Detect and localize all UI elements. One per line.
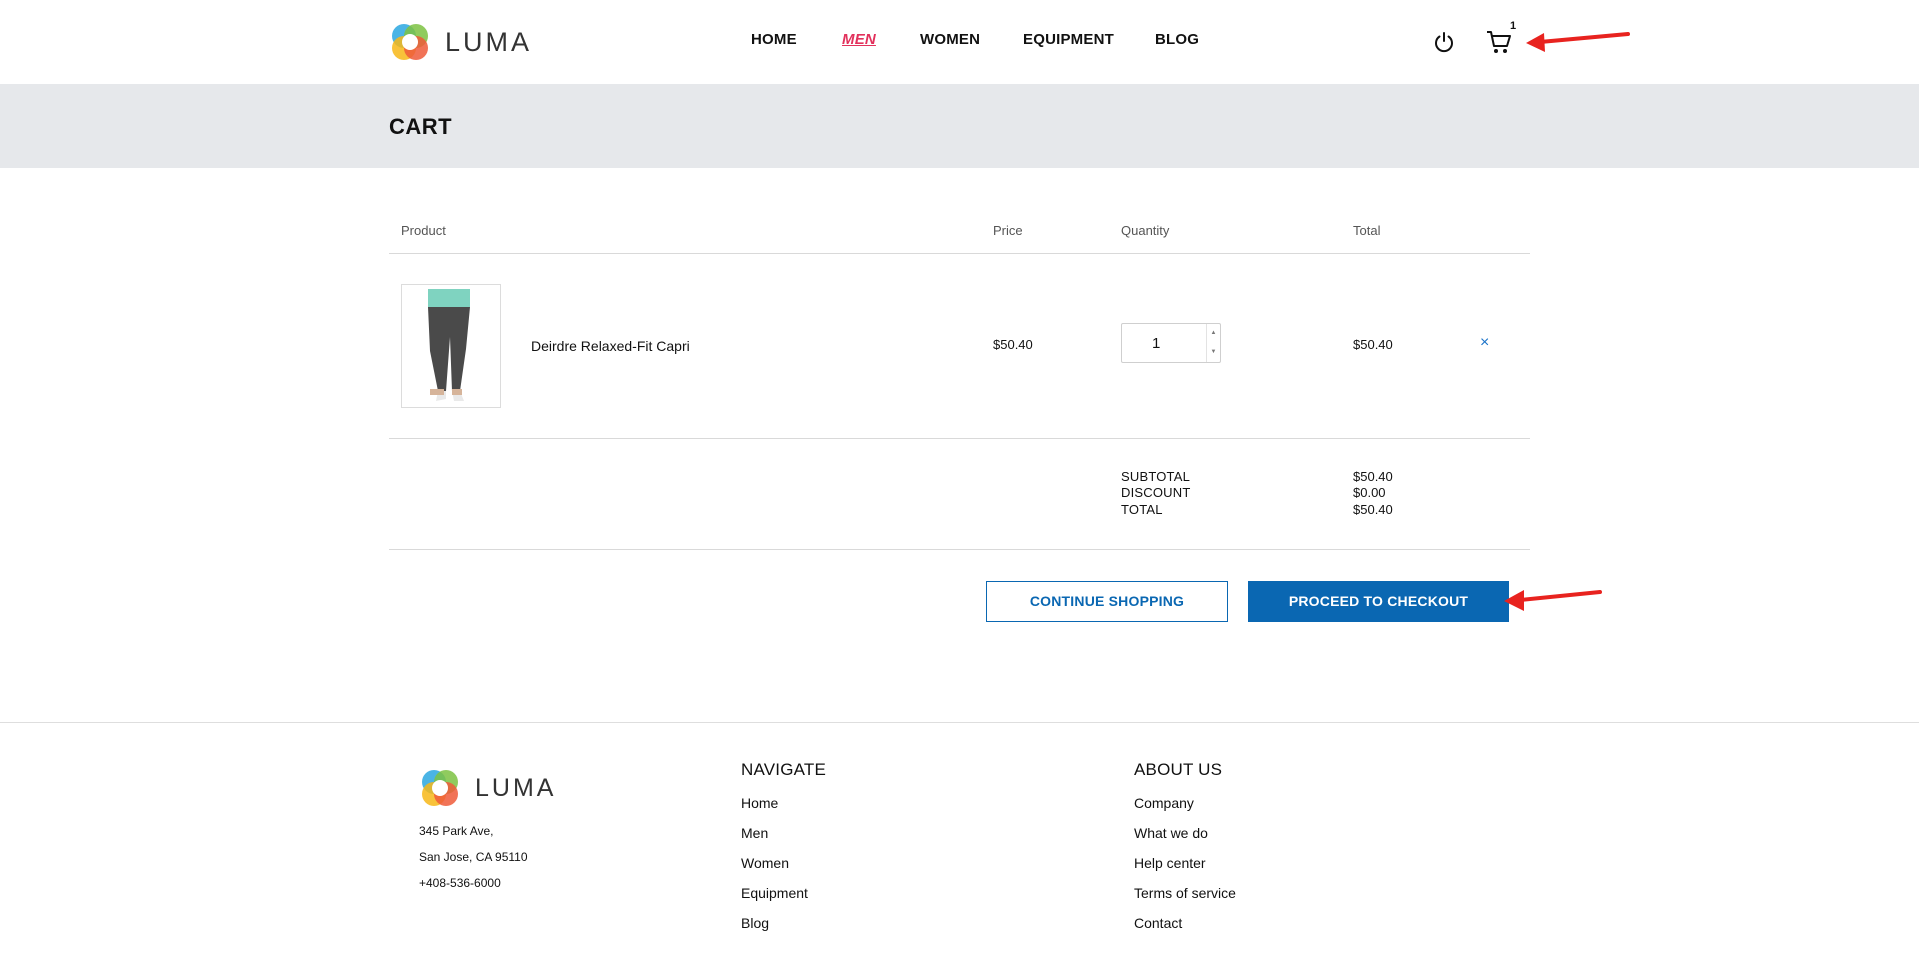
quantity-down-icon[interactable]: ▼ [1206,343,1220,362]
footer-link-company[interactable]: Company [1134,795,1194,811]
product-thumbnail[interactable] [401,284,501,408]
subtotal-label: SUBTOTAL [1121,469,1191,484]
discount-value: $0.00 [1353,485,1386,500]
capri-pants-image [428,289,470,401]
continue-shopping-button[interactable]: CONTINUE SHOPPING [986,581,1228,622]
column-header-product: Product [401,223,446,238]
footer-link-what-we-do[interactable]: What we do [1134,825,1208,841]
footer-link-home[interactable]: Home [741,795,778,811]
quantity-stepper[interactable]: 1 ▲ ▼ [1121,323,1221,363]
footer-link-terms[interactable]: Terms of service [1134,885,1236,901]
product-price: $50.40 [993,337,1033,352]
address-line: 345 Park Ave, [419,824,494,838]
main-nav: HOME MEN WOMEN EQUIPMENT BLOG [0,31,1919,51]
site-header: LUMA HOME MEN WOMEN EQUIPMENT BLOG 1 [0,0,1919,84]
footer-navigate-heading: NAVIGATE [741,760,827,779]
quantity-up-icon[interactable]: ▲ [1206,324,1220,343]
total-label: TOTAL [1121,502,1163,517]
address-city: San Jose, CA 95110 [419,850,528,864]
total-value: $50.40 [1353,502,1393,517]
phone-number: +408-536-6000 [419,876,501,890]
cart-icon[interactable] [1486,30,1512,55]
divider [389,438,1530,439]
footer-link-blog[interactable]: Blog [741,915,769,931]
footer-link-men[interactable]: Men [741,825,768,841]
footer-divider [0,722,1919,723]
subtotal-value: $50.40 [1353,469,1393,484]
footer-link-help-center[interactable]: Help center [1134,855,1206,871]
cart-count-badge: 1 [1510,20,1517,32]
annotation-arrow-checkout [1504,590,1602,611]
quantity-value[interactable]: 1 [1152,335,1160,352]
line-total: $50.40 [1353,337,1393,352]
nav-blog[interactable]: BLOG [1155,31,1199,48]
product-name[interactable]: Deirdre Relaxed-Fit Capri [531,338,690,354]
luma-logo-icon [422,770,458,806]
footer-logo-text: LUMA [475,773,557,802]
remove-item-icon[interactable]: × [1480,334,1489,352]
nav-equipment[interactable]: EQUIPMENT [1023,31,1114,48]
page-title-band: CART [0,84,1919,168]
annotation-arrow-cart [1526,32,1630,52]
discount-label: DISCOUNT [1121,485,1191,500]
column-header-total: Total [1353,223,1381,238]
column-header-quantity: Quantity [1121,223,1170,238]
footer-logo[interactable]: LUMA [419,767,556,809]
divider [389,253,1530,254]
divider [389,549,1530,550]
proceed-to-checkout-button[interactable]: PROCEED TO CHECKOUT [1248,581,1509,622]
footer-about-heading: ABOUT US [1134,760,1223,779]
footer-link-contact[interactable]: Contact [1134,915,1182,931]
quantity-spinner[interactable]: ▲ ▼ [1206,324,1220,362]
footer-link-equipment[interactable]: Equipment [741,885,808,901]
footer-link-women[interactable]: Women [741,855,789,871]
nav-home[interactable]: HOME [751,31,797,48]
page-title: CART [389,114,453,139]
nav-women[interactable]: WOMEN [920,31,980,48]
power-icon[interactable] [1432,30,1456,54]
nav-men[interactable]: MEN [842,31,876,48]
column-header-price: Price [993,223,1023,238]
